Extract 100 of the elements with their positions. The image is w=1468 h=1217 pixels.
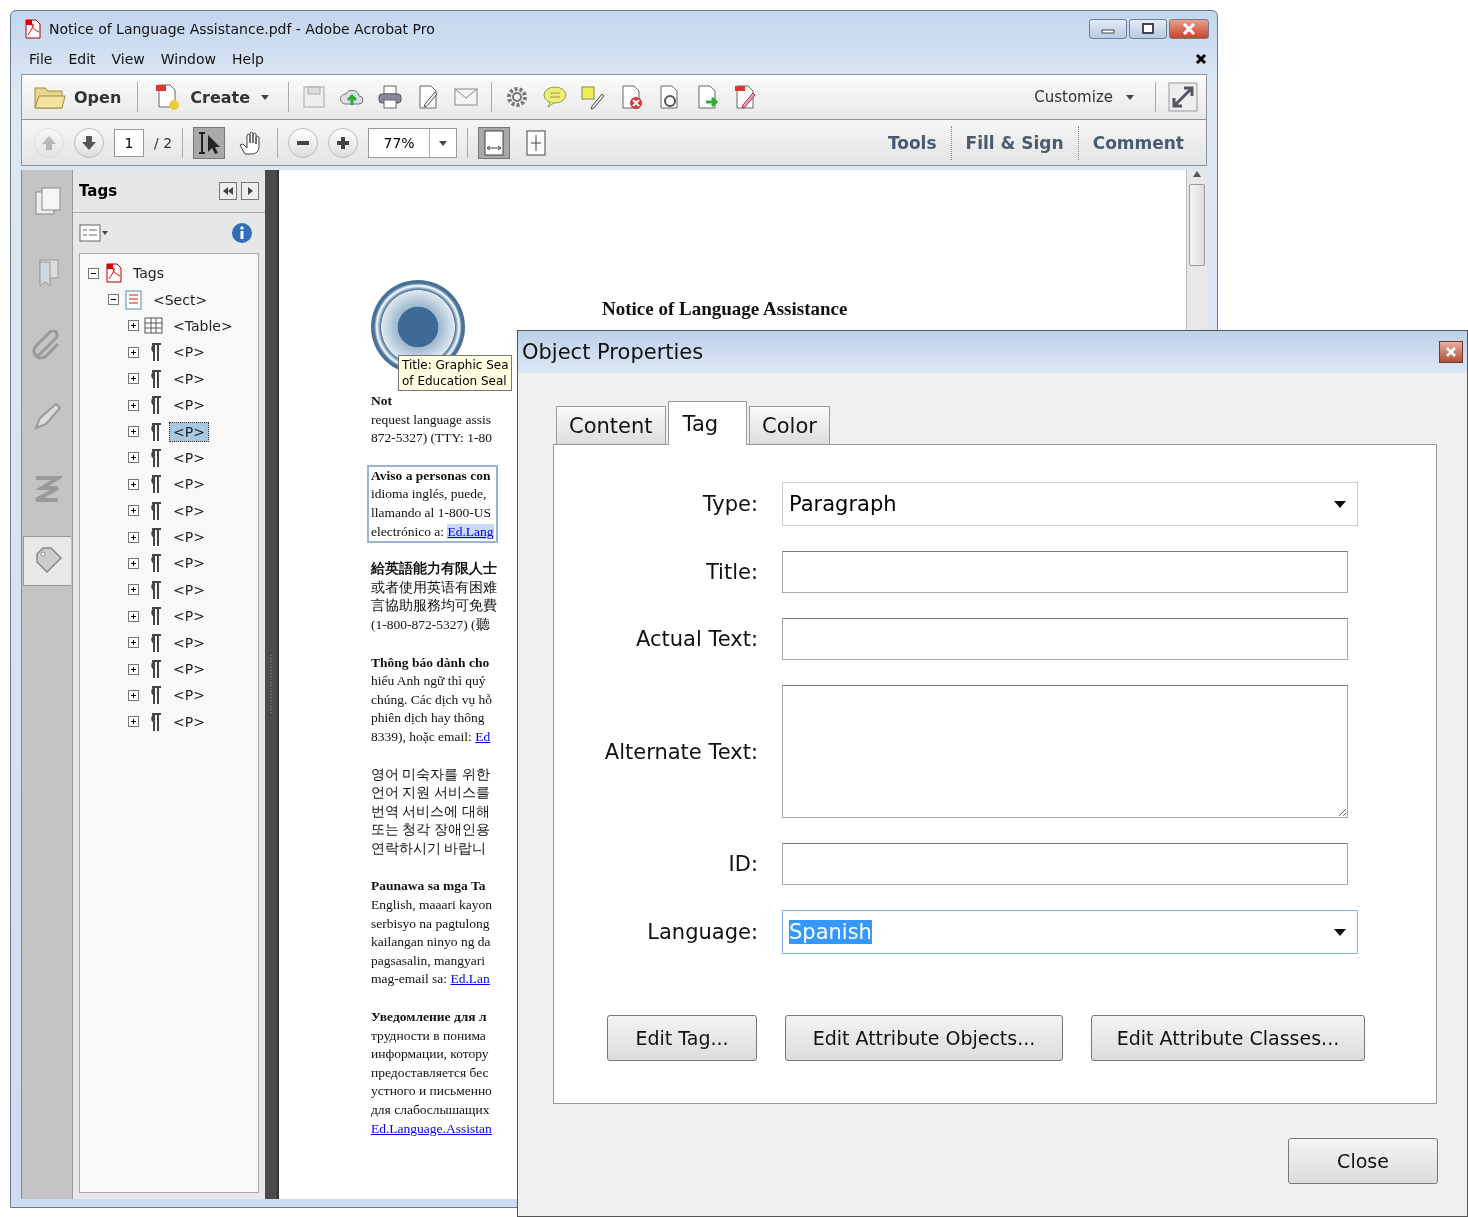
fit-width-button[interactable] [478, 126, 511, 159]
panel-title: Tags [79, 182, 119, 200]
action-button[interactable]: Edit Attribute Classes... [1091, 1015, 1365, 1061]
tag-tree-item[interactable]: <P> [169, 421, 209, 442]
input-field[interactable] [782, 843, 1348, 885]
menu-item[interactable]: Window [152, 51, 224, 67]
menu-item[interactable]: File [21, 51, 61, 67]
options-menu-icon[interactable] [79, 223, 109, 243]
email-link[interactable]: Ed [475, 728, 491, 744]
tag-tree-item[interactable]: <P> [169, 395, 209, 416]
menu-item[interactable]: Edit [60, 51, 104, 67]
text-edit-icon[interactable] [580, 84, 607, 110]
close-icon[interactable] [1195, 53, 1207, 65]
expand-toggle[interactable] [128, 716, 139, 728]
email-link[interactable]: Ed.Lan [450, 971, 490, 987]
tag-tree-item[interactable]: <P> [169, 342, 209, 363]
action-button[interactable]: Edit Tag... [607, 1015, 757, 1061]
collapse-panel-button[interactable] [219, 182, 237, 200]
collapse-toggle[interactable] [108, 294, 119, 306]
tag-tree-item[interactable]: <P> [169, 368, 209, 389]
caret-icon [1333, 927, 1347, 937]
expand-toggle[interactable] [128, 637, 139, 649]
window-title: Notice of Language Assistance.pdf - Adobe Acrobat Pro [49, 21, 435, 37]
dropdown[interactable]: Paragraph [782, 482, 1358, 526]
paragraph: Thông báo dành cho hiểu Anh ngữ thì quý chúng. Các dịch vụ hỗ phiên dịch hay thông 8339), hoặc email: Ed [370, 653, 494, 746]
input-field[interactable] [782, 551, 1348, 593]
customize-button[interactable]: Customize [1028, 87, 1143, 107]
next-page-button[interactable] [74, 127, 104, 158]
tag-tree-item[interactable]: Tags [129, 263, 168, 284]
tag-tree-item[interactable]: <P> [169, 579, 209, 600]
paragraph: Paunawa sa mga Ta English, maaari kayon serbisyo na pagtulong kailangan ninyo ng da pagsasalin, mangyari mag-email sa: Ed.Lan [370, 877, 494, 989]
email-link[interactable]: Ed.Language.Assistan [371, 1120, 492, 1136]
expand-toggle[interactable] [128, 346, 139, 358]
field-label: ID: [727, 852, 758, 876]
pane-tab[interactable]: Tools [873, 125, 951, 160]
expand-toggle[interactable] [128, 531, 139, 543]
tag-tree-item[interactable]: <P> [169, 447, 209, 468]
highlighted-paragraph: Aviso a personas con idioma inglés, puede, llamando al 1-800-US electrónico a: Ed.Lang [369, 466, 496, 542]
pane-tab[interactable]: Comment [1077, 125, 1198, 160]
input-field[interactable] [782, 685, 1348, 818]
expand-toggle[interactable] [128, 373, 139, 385]
maximize-button[interactable] [1129, 19, 1167, 39]
field-label: Title: [704, 560, 758, 584]
expand-toggle[interactable] [128, 478, 139, 490]
input-field[interactable] [782, 618, 1348, 660]
tag-tree-item[interactable]: <P> [169, 527, 209, 548]
tab[interactable]: Color [749, 406, 830, 444]
create-button[interactable]: Create [150, 81, 277, 113]
close-dialog-button[interactable]: Close [1288, 1138, 1438, 1184]
email-link[interactable]: Ed.Lang [447, 523, 494, 539]
tag-tree-item[interactable]: <P> [169, 711, 209, 732]
close-button[interactable] [1169, 19, 1209, 39]
menu-item[interactable]: Help [224, 51, 272, 67]
open-button[interactable]: Open [30, 82, 126, 112]
tag-tree-item[interactable]: <P> [169, 606, 209, 627]
page-number-field[interactable]: 1 [114, 128, 144, 157]
tooltip: Title: Graphic Sea of Education Seal [398, 355, 513, 391]
expand-toggle[interactable] [128, 584, 139, 596]
minus-icon [297, 140, 310, 145]
tag-tree-item[interactable]: <P> [169, 659, 209, 680]
pen-icon [32, 402, 62, 432]
expand-toggle[interactable] [128, 663, 139, 675]
tab[interactable]: Content [556, 406, 666, 444]
menu-item[interactable]: View [103, 51, 153, 67]
action-button[interactable]: Edit Attribute Objects... [785, 1015, 1063, 1061]
tag-tree-item[interactable]: <P> [169, 500, 209, 521]
expand-panel-button[interactable] [241, 182, 259, 200]
up-arrow-icon [1192, 170, 1202, 178]
expand-toggle[interactable] [128, 426, 139, 438]
expand-toggle[interactable] [128, 399, 139, 411]
pane-tab[interactable]: Fill & Sign [950, 125, 1078, 160]
scrollbar-thumb[interactable] [1189, 184, 1205, 266]
tag-tree-item[interactable]: <Sect> [149, 289, 212, 310]
close-button[interactable] [1439, 341, 1463, 363]
tag-tree-item[interactable]: <P> [169, 632, 209, 653]
tag-tree-item[interactable]: <P> [169, 685, 209, 706]
tag-tree-item[interactable]: <P> [169, 553, 209, 574]
right-arrow-icon [246, 186, 254, 196]
expand-toggle[interactable] [128, 452, 139, 464]
field-label: Language: [646, 920, 758, 944]
expand-toggle[interactable] [128, 320, 139, 332]
collapse-toggle[interactable] [88, 267, 99, 279]
field-label: Actual Text: [635, 627, 758, 651]
paragraph: Уведомление для л трудности в понима информации, котору предоставляется бес устного и письменно для слабослышащих Ed.Language.Assistan [370, 1008, 493, 1138]
zoom-dropdown[interactable]: 77% [368, 127, 458, 158]
paragraph: 영어 미숙자를 위한 언어 지원 서비스를 번역 서비스에 대해 또는 청각 장애인용 연락하시기 바랍니 [370, 765, 491, 858]
expand-toggle[interactable] [128, 505, 139, 517]
tab[interactable]: Tag [667, 401, 748, 445]
tag-tree-item[interactable]: <Table> [169, 315, 237, 336]
zoom-in-button[interactable] [328, 127, 359, 158]
paragraph: Not request language assis 872-5327) (TTY: 1-80 [370, 392, 493, 448]
expand-toggle[interactable] [128, 610, 139, 622]
expand-toggle[interactable] [128, 689, 139, 701]
expand-toggle[interactable] [128, 558, 139, 569]
tag-tree-item[interactable]: <P> [169, 474, 209, 495]
print-icon[interactable] [377, 84, 404, 110]
select-tool-button[interactable] [193, 126, 226, 159]
zoom-out-button[interactable] [288, 127, 319, 158]
info-icon[interactable] [231, 222, 253, 244]
expand-icon[interactable] [1168, 82, 1198, 112]
